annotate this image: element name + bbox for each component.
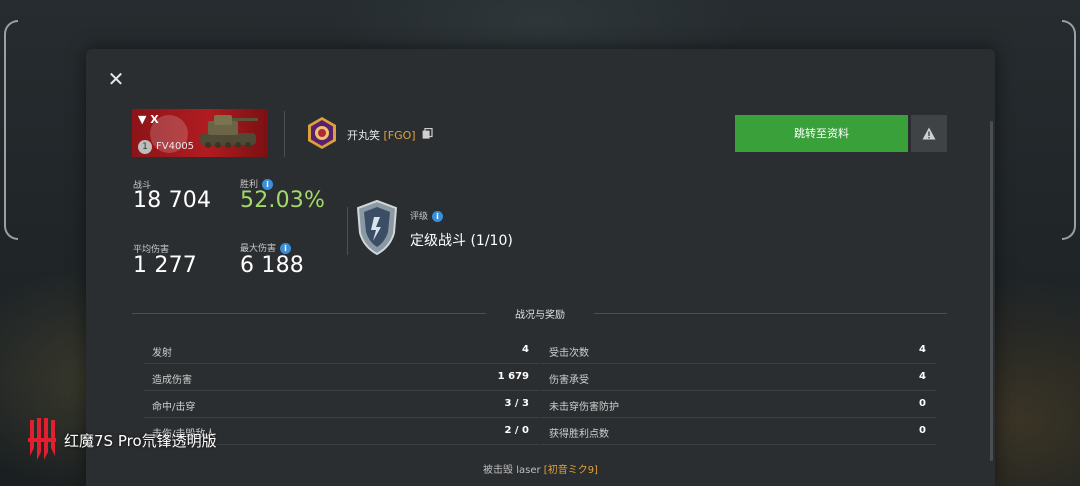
max-damage-value: 6 188 <box>240 253 304 278</box>
section-divider-right <box>594 313 947 314</box>
killer-name[interactable]: laser <box>516 465 540 476</box>
player-clan-tag: [FGO] <box>383 129 416 142</box>
warning-icon <box>922 127 936 140</box>
stat-label: 造成伤害 <box>152 375 192 386</box>
stat-value: 0 <box>919 398 926 409</box>
go-to-profile-button[interactable]: 跳转至资料 <box>735 115 908 152</box>
table-row: 受击次数 4 <box>541 337 936 364</box>
red-magic-logo-icon <box>28 418 56 460</box>
table-row: 造成伤害 1 679 <box>144 364 539 391</box>
stat-label: 命中/击穿 <box>152 402 196 413</box>
killed-by-prefix: 被击毁 <box>483 465 514 476</box>
screen-edge-right <box>1062 20 1076 240</box>
table-row: 未击穿伤害防护 0 <box>541 391 936 418</box>
stat-value: 1 679 <box>497 371 529 382</box>
stat-label: 未击穿伤害防护 <box>549 402 619 413</box>
tank-name: FV4005 <box>156 141 195 152</box>
rating-divider <box>347 207 348 255</box>
battles-value: 18 704 <box>133 188 212 213</box>
killed-by-line: 被击毁 laser [初音ミク9] <box>86 461 995 476</box>
close-icon[interactable]: ✕ <box>106 69 126 89</box>
section-title: 战况与奖励 <box>515 310 565 321</box>
stat-value: 4 <box>919 344 926 355</box>
stat-label: 发射 <box>152 348 172 359</box>
battle-result-dialog: ✕ ▼ X 1 FV4005 开丸笑 [FGO] 跳转至资料 战斗 18 704… <box>86 49 995 486</box>
section-divider-left <box>132 313 486 314</box>
tank-icon <box>200 115 258 148</box>
tank-card[interactable]: ▼ X 1 FV4005 <box>132 109 268 157</box>
stat-label: 获得胜利点数 <box>549 429 609 440</box>
scrollbar[interactable] <box>990 121 993 461</box>
stat-value: 3 / 3 <box>504 398 529 409</box>
device-watermark: 红魔7S Pro氘锋透明版 <box>26 418 217 462</box>
rating-shield-icon <box>356 199 398 256</box>
stat-value: 4 <box>919 371 926 382</box>
table-row: 伤害承受 4 <box>541 364 936 391</box>
tank-tier-badge: 1 <box>138 140 152 154</box>
table-row: 获得胜利点数 0 <box>541 418 936 445</box>
tank-type-flag: ▼ X <box>138 113 159 126</box>
info-icon[interactable]: i <box>432 211 444 222</box>
table-row: 发射 4 <box>144 337 539 364</box>
player-name[interactable]: 开丸笑 [FGO] <box>347 127 416 143</box>
screen-edge-left <box>4 20 18 240</box>
stat-label: 受击次数 <box>549 348 589 359</box>
win-rate-value: 52.03% <box>240 188 326 213</box>
clan-badge-icon <box>308 117 336 149</box>
watermark-text: 红魔7S Pro氘锋透明版 <box>64 431 217 450</box>
player-nickname: 开丸笑 <box>347 129 380 142</box>
stat-value: 2 / 0 <box>504 425 529 436</box>
table-row: 命中/击穿 3 / 3 <box>144 391 539 418</box>
stat-label: 伤害承受 <box>549 375 589 386</box>
rating-label-text: 评级 <box>410 212 429 222</box>
rating-label: 评级 i <box>410 209 444 222</box>
rating-value: 定级战斗 (1/10) <box>410 233 513 249</box>
report-button[interactable] <box>911 115 947 152</box>
stat-value: 4 <box>522 344 529 355</box>
killer-clan-tag: [初音ミク9] <box>543 465 598 476</box>
header-divider <box>284 111 285 157</box>
avg-damage-value: 1 277 <box>133 253 197 278</box>
copy-icon[interactable] <box>422 128 433 139</box>
stat-value: 0 <box>919 425 926 436</box>
